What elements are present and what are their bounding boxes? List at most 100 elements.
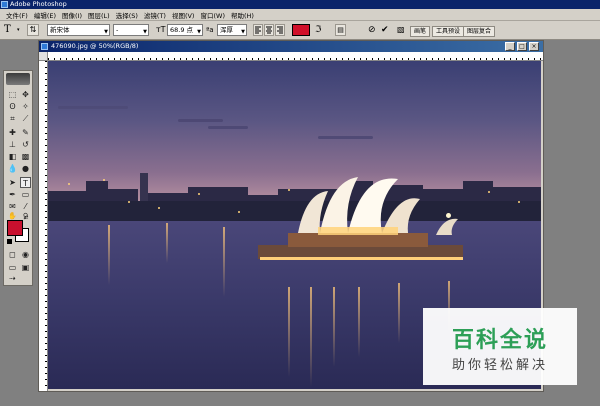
foreground-color-swatch[interactable] — [7, 220, 23, 236]
light-reflection — [333, 287, 335, 367]
light-reflection — [310, 287, 312, 387]
align-left-button[interactable] — [253, 24, 263, 36]
city-light — [68, 183, 70, 185]
city-light — [518, 201, 520, 203]
vertical-ruler[interactable] — [39, 61, 48, 391]
crop-tool-icon[interactable]: ⌗ — [7, 113, 18, 124]
document-title-bar[interactable]: 476090.jpg @ 50%(RGB/8) _ □ × — [39, 41, 543, 52]
opera-house — [258, 177, 463, 260]
options-bar: T ▾ ⇅ 新宋体 ▼ - ▼ ᴛT 68.9 点 ▼ ªa 浑厚 ▼ ℑ ▤ … — [0, 21, 600, 40]
pen-tool-icon[interactable]: ✒ — [7, 189, 18, 200]
history-brush-icon[interactable]: ↺ — [20, 139, 31, 150]
antialias-select[interactable]: 浑厚 ▼ — [217, 24, 247, 36]
city-light — [128, 201, 130, 203]
antialias-value: 浑厚 — [220, 26, 233, 34]
commit-check-icon[interactable]: ✔ — [381, 24, 391, 36]
menu-view[interactable]: 视图(V) — [169, 10, 198, 20]
font-family-select[interactable]: 新宋体 ▼ — [47, 24, 110, 36]
slice-tool-icon[interactable]: ⟋ — [20, 113, 31, 124]
antialias-icon: ªa — [206, 26, 214, 34]
jump-to-imageready-icon[interactable]: ⇢ — [7, 273, 18, 284]
menu-select[interactable]: 选择(S) — [113, 10, 141, 20]
light-reflection — [288, 287, 290, 377]
align-right-icon — [277, 26, 283, 34]
menu-bar: 文件(F) 编辑(E) 图像(I) 图层(L) 选择(S) 滤镜(T) 视图(V… — [0, 9, 600, 21]
dodge-tool-icon[interactable]: ● — [20, 163, 31, 174]
tab-layer-comps[interactable]: 图层复合 — [463, 26, 496, 37]
quick-mask-mode-icon[interactable]: ◉ — [20, 249, 31, 260]
preset-dropdown-arrow-icon[interactable]: ▾ — [17, 24, 23, 36]
tab-brushes[interactable]: 画笔 — [410, 26, 431, 37]
text-color-swatch[interactable] — [292, 24, 310, 36]
font-size-icon: ᴛT — [156, 25, 166, 34]
menu-filter[interactable]: 滤镜(T) — [141, 10, 169, 20]
city-light — [198, 193, 200, 195]
cancel-icon[interactable]: ⊘ — [368, 24, 378, 36]
healing-brush-icon[interactable]: ✚ — [7, 127, 18, 138]
marquee-tool-icon[interactable]: ⬚ — [7, 89, 18, 100]
document-title: 476090.jpg @ 50%(RGB/8) — [51, 42, 139, 50]
menu-window[interactable]: 窗口(W) — [197, 10, 228, 20]
cloud — [208, 126, 248, 129]
horizontal-ruler[interactable] — [48, 52, 543, 61]
sail — [436, 218, 458, 235]
lasso-tool-icon[interactable]: ʘ — [7, 101, 18, 112]
default-colors-icon[interactable] — [7, 239, 12, 244]
document-icon — [41, 43, 48, 50]
font-style-select[interactable]: - ▼ — [113, 24, 149, 36]
menu-image[interactable]: 图像(I) — [59, 10, 85, 20]
align-right-button[interactable] — [275, 24, 285, 36]
close-icon[interactable]: × — [529, 42, 539, 51]
standard-mode-icon[interactable]: ◻ — [7, 249, 18, 260]
magic-wand-tool-icon[interactable]: ✧ — [20, 101, 31, 112]
text-color-fill — [293, 25, 309, 35]
shape-tool-icon[interactable]: ▭ — [20, 189, 31, 200]
path-selection-icon[interactable]: ➤ — [7, 177, 18, 188]
chevron-down-icon: ▼ — [197, 29, 201, 35]
menu-help[interactable]: 帮助(H) — [228, 10, 257, 20]
app-title-bar: Adobe Photoshop — [0, 0, 600, 9]
screen-mode-full-icon[interactable]: ▣ — [20, 262, 31, 273]
city-light — [238, 211, 240, 213]
font-size-select[interactable]: 68.9 点 ▼ — [167, 24, 203, 36]
palettes-toggle-icon[interactable]: ▤ — [335, 24, 346, 36]
watermark-badge: 百科全说 助你轻松解决 — [423, 308, 577, 385]
minimize-icon[interactable]: _ — [505, 42, 515, 51]
podium-lights — [260, 257, 463, 260]
type-tool-preset-icon[interactable]: T — [4, 24, 16, 36]
tab-tool-presets[interactable]: 工具预设 — [432, 26, 465, 37]
file-browser-icon[interactable]: ▧ — [397, 24, 407, 36]
building-base — [288, 233, 428, 247]
menu-file[interactable]: 文件(F) — [3, 10, 31, 20]
ruler-origin[interactable] — [39, 52, 48, 61]
light-reflection — [108, 225, 110, 285]
tools-palette: ⬚ ✥ ʘ ✧ ⌗ ⟋ ✚ ✎ ⊥ ↺ ◧ ▩ 💧 ● ➤ T ✒ ▭ ✉ ⁄ … — [3, 70, 33, 286]
chevron-down-icon: ▼ — [143, 29, 147, 35]
align-center-button[interactable] — [264, 24, 274, 36]
light-reflection — [166, 223, 168, 263]
maximize-icon[interactable]: □ — [517, 42, 527, 51]
menu-edit[interactable]: 编辑(E) — [31, 10, 59, 20]
swap-colors-icon[interactable]: ⇄ — [22, 215, 30, 221]
warp-text-icon[interactable]: ℑ — [315, 24, 325, 36]
cloud — [178, 119, 223, 122]
eraser-tool-icon[interactable]: ◧ — [7, 151, 18, 162]
clone-stamp-icon[interactable]: ⊥ — [7, 139, 18, 150]
watermark-title: 百科全说 — [451, 328, 548, 353]
menu-layer[interactable]: 图层(L) — [85, 10, 113, 20]
gradient-tool-icon[interactable]: ▩ — [20, 151, 31, 162]
foyer-lights — [318, 227, 398, 235]
blur-tool-icon[interactable]: 💧 — [7, 163, 18, 174]
city-light — [488, 191, 490, 193]
screen-mode-standard-icon[interactable]: ▭ — [7, 262, 18, 273]
brush-tool-icon[interactable]: ✎ — [20, 127, 31, 138]
light-reflection — [223, 227, 225, 297]
move-tool-icon[interactable]: ✥ — [20, 89, 31, 100]
city-light — [158, 207, 160, 209]
light-reflection — [358, 287, 360, 357]
text-orientation-icon[interactable]: ⇅ — [27, 24, 39, 36]
city-light — [103, 179, 105, 181]
cloud — [318, 136, 373, 139]
type-tool-icon[interactable]: T — [20, 177, 31, 188]
font-size-value: 68.9 点 — [170, 26, 194, 34]
